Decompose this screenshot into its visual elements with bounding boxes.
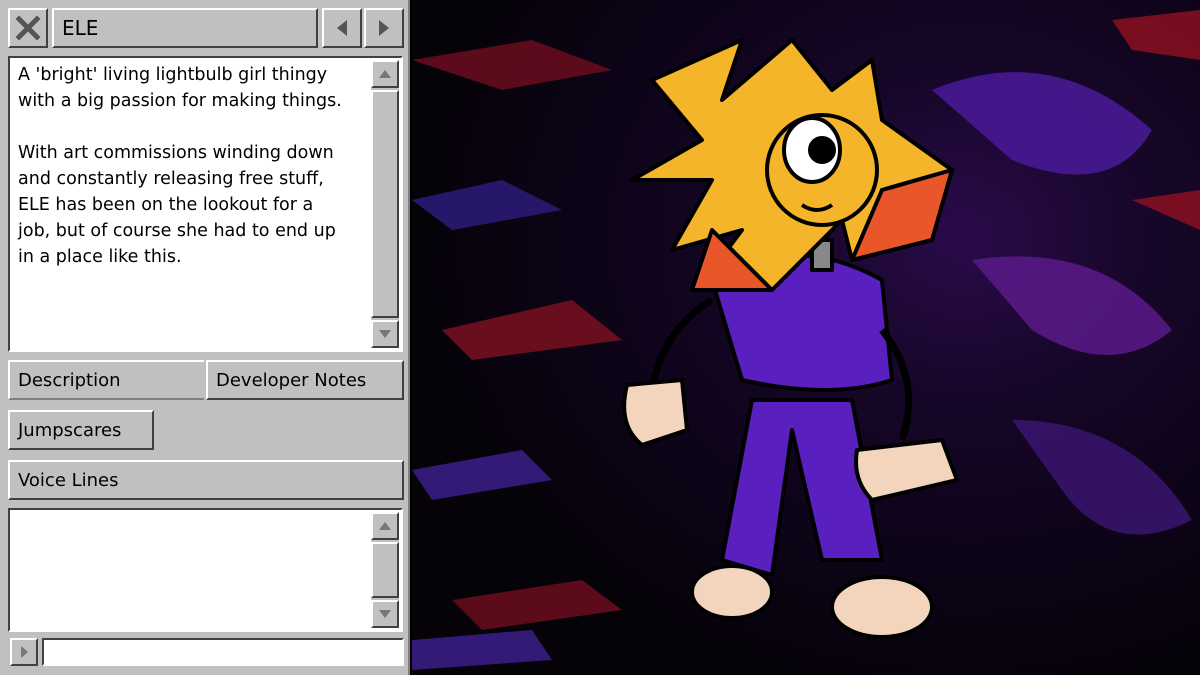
up-arrow-icon bbox=[379, 522, 391, 530]
voice-line-progress-field[interactable] bbox=[42, 638, 404, 666]
character-name: ELE bbox=[52, 8, 318, 48]
previous-character-button[interactable] bbox=[322, 8, 362, 48]
artwork-canvas bbox=[412, 0, 1200, 675]
left-arrow-icon bbox=[337, 20, 347, 36]
scroll-up-button[interactable] bbox=[371, 60, 399, 88]
scroll-thumb[interactable] bbox=[371, 90, 399, 318]
voice-lines-scrollbar[interactable] bbox=[371, 512, 399, 628]
right-arrow-icon bbox=[21, 646, 28, 658]
play-voice-line-button[interactable] bbox=[10, 638, 38, 666]
up-arrow-icon bbox=[379, 70, 391, 78]
scroll-thumb[interactable] bbox=[371, 542, 399, 598]
tab-description[interactable]: Description bbox=[8, 360, 204, 400]
character-artwork bbox=[412, 0, 1200, 675]
down-arrow-icon bbox=[379, 330, 391, 338]
scroll-down-button[interactable] bbox=[371, 600, 399, 628]
next-character-button[interactable] bbox=[364, 8, 404, 48]
down-arrow-icon bbox=[379, 610, 391, 618]
tab-voice-lines[interactable]: Voice Lines bbox=[8, 460, 404, 500]
close-button[interactable] bbox=[8, 8, 48, 48]
description-text: A 'bright' living lightbulb girl thingy … bbox=[18, 65, 342, 267]
description-box[interactable]: A 'bright' living lightbulb girl thingy … bbox=[8, 56, 403, 352]
tab-developer-notes[interactable]: Developer Notes bbox=[206, 360, 404, 400]
voice-lines-box[interactable] bbox=[8, 508, 403, 632]
description-scrollbar[interactable] bbox=[371, 60, 399, 348]
scroll-down-button[interactable] bbox=[371, 320, 399, 348]
tab-jumpscares[interactable]: Jumpscares bbox=[8, 410, 154, 450]
character-info-panel: ELE A 'bright' living lightbulb girl thi… bbox=[0, 0, 410, 675]
right-arrow-icon bbox=[379, 20, 389, 36]
close-icon bbox=[15, 15, 41, 41]
scroll-up-button[interactable] bbox=[371, 512, 399, 540]
